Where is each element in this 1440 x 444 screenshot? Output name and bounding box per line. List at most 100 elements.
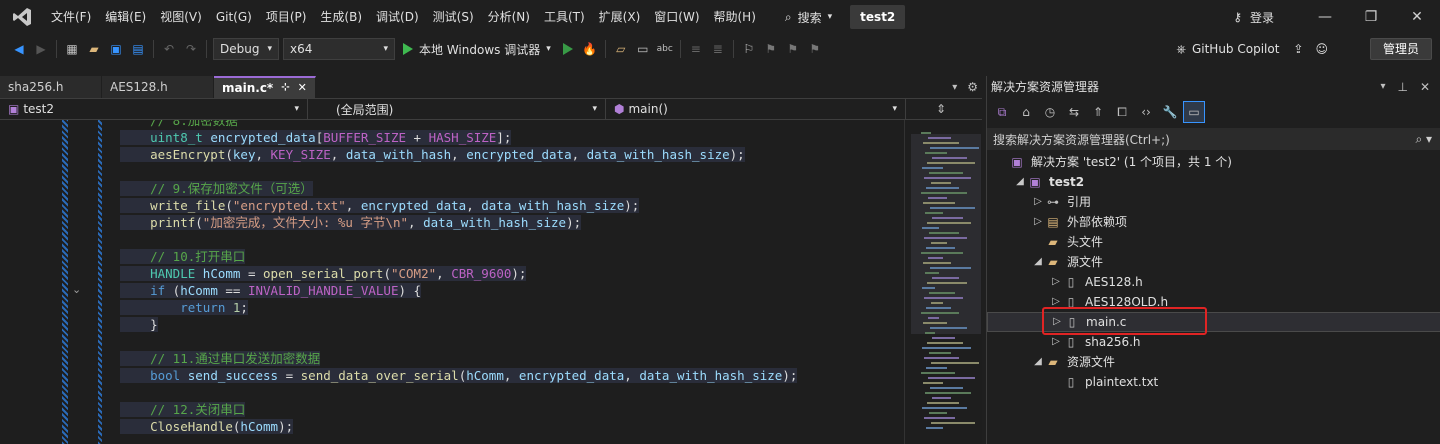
start-debugging-button[interactable]: 本地 Windows 调试器 ▾ [397, 38, 557, 60]
menu-item[interactable]: 分析(N) [481, 5, 537, 29]
menu-item[interactable]: 测试(S) [426, 5, 481, 29]
undo-icon[interactable]: ↶ [158, 38, 180, 60]
minimize-button[interactable]: — [1302, 0, 1348, 34]
expanded-arrow-icon[interactable]: ◢ [1031, 252, 1045, 272]
navigate-back-icon[interactable]: ◀ [8, 38, 30, 60]
project-select[interactable]: ▣ test2 ▾ [0, 99, 308, 119]
collapsed-arrow-icon[interactable]: ▷ [1049, 332, 1063, 352]
collapsed-arrow-icon[interactable]: ▷ [1031, 212, 1045, 232]
search-box[interactable]: ⌕ 搜索 ▾ [777, 5, 840, 29]
tab-sha256[interactable]: sha256.h [0, 76, 102, 98]
navigate-forward-icon[interactable]: ▶ [30, 38, 52, 60]
code-line[interactable]: // 12.关闭串口 [112, 401, 904, 418]
code-line[interactable] [112, 384, 904, 401]
feedback-icon[interactable]: ☺ [1315, 42, 1328, 56]
tree-node[interactable]: ▷ ⊶ 引用 [987, 192, 1440, 212]
bookmark-icon[interactable]: ⚐ [738, 38, 760, 60]
save-icon[interactable]: ▣ [105, 38, 127, 60]
platform-select[interactable]: x64 ▾ [283, 38, 395, 60]
code-view-icon[interactable]: ‹› [1135, 101, 1157, 123]
switch-views-icon[interactable]: ⧉ [991, 101, 1013, 123]
code-line[interactable]: // 11.通过串口发送加密数据 [112, 350, 904, 367]
tree-node[interactable]: ▷ ▤ 外部依赖项 [987, 212, 1440, 232]
menu-item[interactable]: 帮助(H) [707, 5, 763, 29]
code-line[interactable]: uint8_t encrypted_data[BUFFER_SIZE + HAS… [112, 129, 904, 146]
pending-changes-filter-icon[interactable]: ◷ [1039, 101, 1061, 123]
menu-item[interactable]: 项目(P) [259, 5, 314, 29]
code-line[interactable]: // 10.打开串口 [112, 248, 904, 265]
hot-reload-icon[interactable]: 🔥 [579, 38, 601, 60]
collapse-region-icon[interactable]: ⌄ [72, 283, 81, 296]
close-panel-icon[interactable]: ✕ [1420, 76, 1430, 98]
tree-node[interactable]: ▷ ▯ AES128.h [987, 272, 1440, 292]
code-line[interactable]: } [112, 316, 904, 333]
code-area[interactable]: // 8.加密数据 uint8_t encrypted_data[BUFFER_… [112, 120, 904, 435]
settings-gear-icon[interactable]: ⚙ [967, 80, 978, 94]
restore-button[interactable]: ❐ [1348, 0, 1394, 34]
close-tab-icon[interactable]: ✕ [298, 77, 307, 99]
scope-select[interactable]: (全局范围) ▾ [308, 99, 606, 119]
menu-item[interactable]: Git(G) [209, 5, 259, 29]
menu-item[interactable]: 文件(F) [44, 5, 98, 29]
github-copilot-button[interactable]: ⎈ GitHub Copilot ⇪ ☺ [1176, 34, 1328, 64]
tab-aes128[interactable]: AES128.h [102, 76, 214, 98]
tab-main-c[interactable]: main.c* ⊹ ✕ [214, 76, 316, 98]
code-line[interactable]: // 9.保存加密文件（可选） [112, 180, 904, 197]
code-line[interactable]: // 8.加密数据 [112, 120, 904, 129]
menu-item[interactable]: 编辑(E) [98, 5, 153, 29]
layout-icon[interactable]: ▭ [632, 38, 654, 60]
comment-icon[interactable]: ≡ [685, 38, 707, 60]
home-icon[interactable]: ⌂ [1015, 101, 1037, 123]
uncomment-icon[interactable]: ≣ [707, 38, 729, 60]
auto-hide-pin-icon[interactable]: ⊥ [1397, 76, 1407, 98]
redo-icon[interactable]: ↷ [180, 38, 202, 60]
code-line[interactable] [112, 163, 904, 180]
sync-icon[interactable]: ⇆ [1063, 101, 1085, 123]
menu-item[interactable]: 视图(V) [153, 5, 209, 29]
tree-node[interactable]: ▯ plaintext.txt [987, 372, 1440, 392]
share-icon[interactable]: ⇪ [1293, 42, 1303, 56]
save-all-icon[interactable]: ▤ [127, 38, 149, 60]
configuration-select[interactable]: Debug ▾ [213, 38, 279, 60]
code-line[interactable]: if (hComm == INVALID_HANDLE_VALUE) { [112, 282, 904, 299]
code-line[interactable]: aesEncrypt(key, KEY_SIZE, data_with_hash… [112, 146, 904, 163]
expanded-arrow-icon[interactable]: ◢ [1031, 352, 1045, 372]
show-all-files-icon[interactable]: ⧠ [1111, 101, 1133, 123]
tree-node[interactable]: ▷ ▯ sha256.h [987, 332, 1440, 352]
member-select[interactable]: ⬢ main() ▾ [606, 99, 906, 119]
window-position-icon[interactable]: ▾ [1380, 76, 1385, 98]
code-line[interactable]: return 1; [112, 299, 904, 316]
spell-check-icon[interactable]: abc [654, 38, 676, 60]
tree-node[interactable]: ▰ 头文件 [987, 232, 1440, 252]
tree-node[interactable]: ◢ ▰ 资源文件 [987, 352, 1440, 372]
code-line[interactable] [112, 231, 904, 248]
tree-node[interactable]: ▣ 解决方案 'test2' (1 个项目，共 1 个) [987, 152, 1440, 172]
open-folder-icon[interactable]: ▰ [83, 38, 105, 60]
collapse-all-icon[interactable]: ⇑ [1087, 101, 1109, 123]
menu-item[interactable]: 工具(T) [537, 5, 592, 29]
close-window-button[interactable]: ✕ [1394, 0, 1440, 34]
clear-bookmarks-icon[interactable]: ⚑ [804, 38, 826, 60]
menu-item[interactable]: 生成(B) [313, 5, 369, 29]
menu-item[interactable]: 窗口(W) [647, 5, 706, 29]
code-line[interactable]: write_file("encrypted.txt", encrypted_da… [112, 197, 904, 214]
collapsed-arrow-icon[interactable]: ▷ [1049, 272, 1063, 292]
code-line[interactable]: CloseHandle(hComm); [112, 418, 904, 435]
code-line[interactable]: printf("加密完成，文件大小: %u 字节\n", data_with_h… [112, 214, 904, 231]
code-line[interactable]: bool send_success = send_data_over_seria… [112, 367, 904, 384]
collapsed-arrow-icon[interactable]: ▷ [1031, 192, 1045, 212]
minimap-viewport[interactable] [911, 134, 981, 334]
tree-node[interactable]: ◢ ▰ 源文件 [987, 252, 1440, 272]
prev-bookmark-icon[interactable]: ⚑ [760, 38, 782, 60]
toolbox-icon[interactable]: ▱ [610, 38, 632, 60]
split-editor-icon[interactable]: ⇕ [936, 102, 946, 116]
tab-list-icon[interactable]: ▾ [952, 82, 957, 93]
properties-wrench-icon[interactable]: 🔧 [1159, 101, 1181, 123]
minimap[interactable] [904, 120, 982, 444]
next-bookmark-icon[interactable]: ⚑ [782, 38, 804, 60]
code-line[interactable] [112, 333, 904, 350]
code-line[interactable]: HANDLE hComm = open_serial_port("COM2", … [112, 265, 904, 282]
expanded-arrow-icon[interactable]: ◢ [1013, 172, 1027, 192]
start-without-debugging-icon[interactable] [557, 38, 579, 60]
preview-selected-icon[interactable]: ▭ [1183, 101, 1205, 123]
